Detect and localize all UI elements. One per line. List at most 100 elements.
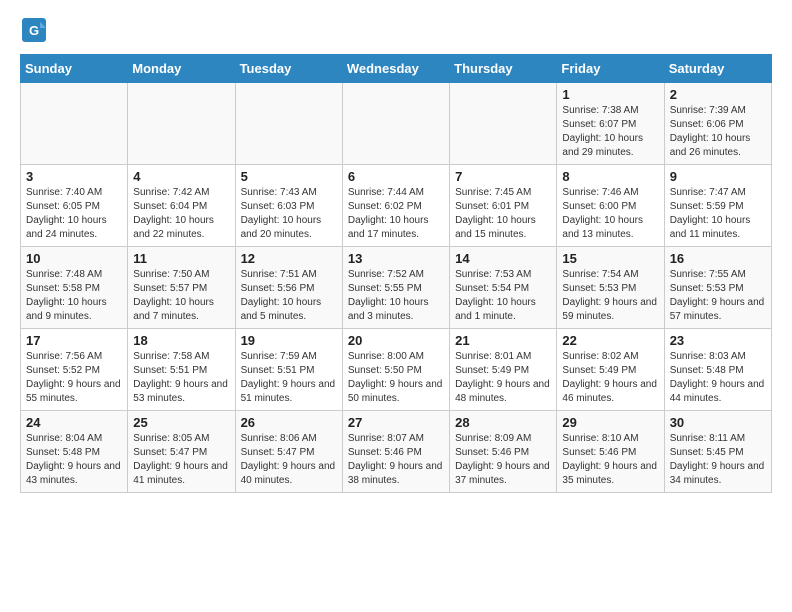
calendar-cell (342, 83, 449, 165)
calendar-cell: 30 Sunrise: 8:11 AMSunset: 5:45 PMDayligh… (664, 411, 771, 493)
calendar-cell (235, 83, 342, 165)
calendar-table: SundayMondayTuesdayWednesdayThursdayFrid… (20, 54, 772, 493)
weekday-header-friday: Friday (557, 55, 664, 83)
calendar-cell: 9 Sunrise: 7:47 AMSunset: 5:59 PMDaylight… (664, 165, 771, 247)
day-number: 30 (670, 415, 766, 430)
day-number: 25 (133, 415, 229, 430)
calendar-cell: 12 Sunrise: 7:51 AMSunset: 5:56 PMDayligh… (235, 247, 342, 329)
calendar-cell: 22Sunrise: 8:02 AMSunset: 5:49 PMDayligh… (557, 329, 664, 411)
day-info: Sunrise: 8:01 AMSunset: 5:49 PMDaylight:… (455, 350, 551, 406)
calendar-cell: 26 Sunrise: 8:06 AMSunset: 5:47 PMDayligh… (235, 411, 342, 493)
day-number: 9 (670, 169, 766, 184)
calendar-cell (128, 83, 235, 165)
calendar-cell: 1 Sunrise: 7:38 AMSunset: 6:07 PMDaylight… (557, 83, 664, 165)
day-info: Sunrise: 7:40 AMSunset: 6:05 PMDaylight:… (26, 186, 122, 242)
calendar-cell: 8Sunrise: 7:46 AMSunset: 6:00 PMDaylight… (557, 165, 664, 247)
day-number: 24 (26, 415, 122, 430)
day-info: Sunrise: 8:03 AMSunset: 5:48 PMDaylight:… (670, 350, 766, 406)
day-info: Sunrise: 8:10 AMSunset: 5:46 PMDaylight:… (562, 432, 658, 488)
calendar-cell: 2 Sunrise: 7:39 AMSunset: 6:06 PMDaylight… (664, 83, 771, 165)
day-info: Sunrise: 7:58 AMSunset: 5:51 PMDaylight:… (133, 350, 229, 406)
calendar-cell: 6 Sunrise: 7:44 AMSunset: 6:02 PMDaylight… (342, 165, 449, 247)
day-number: 16 (670, 251, 766, 266)
day-info: Sunrise: 7:39 AMSunset: 6:06 PMDaylight:… (670, 104, 766, 160)
day-number: 8 (562, 169, 658, 184)
day-number: 10 (26, 251, 122, 266)
day-number: 18 (133, 333, 229, 348)
day-info: Sunrise: 7:54 AMSunset: 5:53 PMDaylight:… (562, 268, 658, 324)
day-number: 2 (670, 87, 766, 102)
week-row-2: 10 Sunrise: 7:48 AMSunset: 5:58 PMDayligh… (21, 247, 772, 329)
calendar-cell: 4 Sunrise: 7:42 AMSunset: 6:04 PMDaylight… (128, 165, 235, 247)
day-info: Sunrise: 7:59 AMSunset: 5:51 PMDaylight:… (241, 350, 337, 406)
calendar-cell: 15 Sunrise: 7:54 AMSunset: 5:53 PMDayligh… (557, 247, 664, 329)
day-number: 15 (562, 251, 658, 266)
logo: G (20, 16, 52, 44)
day-number: 13 (348, 251, 444, 266)
weekday-header-wednesday: Wednesday (342, 55, 449, 83)
day-number: 5 (241, 169, 337, 184)
calendar-cell: 17 Sunrise: 7:56 AMSunset: 5:52 PMDayligh… (21, 329, 128, 411)
day-info: Sunrise: 8:07 AMSunset: 5:46 PMDaylight:… (348, 432, 444, 488)
weekday-header-thursday: Thursday (450, 55, 557, 83)
day-number: 12 (241, 251, 337, 266)
day-info: Sunrise: 7:48 AMSunset: 5:58 PMDaylight:… (26, 268, 122, 324)
day-info: Sunrise: 7:52 AMSunset: 5:55 PMDaylight:… (348, 268, 444, 324)
day-number: 14 (455, 251, 551, 266)
calendar-cell (450, 83, 557, 165)
day-number: 11 (133, 251, 229, 266)
day-number: 27 (348, 415, 444, 430)
calendar-cell: 3 Sunrise: 7:40 AMSunset: 6:05 PMDaylight… (21, 165, 128, 247)
calendar-cell: 23 Sunrise: 8:03 AMSunset: 5:48 PMDayligh… (664, 329, 771, 411)
day-info: Sunrise: 8:02 AMSunset: 5:49 PMDaylight:… (562, 350, 658, 406)
day-number: 19 (241, 333, 337, 348)
day-info: Sunrise: 7:56 AMSunset: 5:52 PMDaylight:… (26, 350, 122, 406)
week-row-3: 17 Sunrise: 7:56 AMSunset: 5:52 PMDayligh… (21, 329, 772, 411)
calendar-cell: 25 Sunrise: 8:05 AMSunset: 5:47 PMDayligh… (128, 411, 235, 493)
day-info: Sunrise: 7:55 AMSunset: 5:53 PMDaylight:… (670, 268, 766, 324)
day-info: Sunrise: 7:38 AMSunset: 6:07 PMDaylight:… (562, 104, 658, 160)
calendar-cell (21, 83, 128, 165)
day-info: Sunrise: 7:44 AMSunset: 6:02 PMDaylight:… (348, 186, 444, 242)
day-info: Sunrise: 8:05 AMSunset: 5:47 PMDaylight:… (133, 432, 229, 488)
calendar-cell: 27 Sunrise: 8:07 AMSunset: 5:46 PMDayligh… (342, 411, 449, 493)
day-info: Sunrise: 8:04 AMSunset: 5:48 PMDaylight:… (26, 432, 122, 488)
day-info: Sunrise: 7:50 AMSunset: 5:57 PMDaylight:… (133, 268, 229, 324)
weekday-header-monday: Monday (128, 55, 235, 83)
week-row-0: 1 Sunrise: 7:38 AMSunset: 6:07 PMDaylight… (21, 83, 772, 165)
svg-text:G: G (29, 23, 39, 38)
calendar-cell: 14 Sunrise: 7:53 AMSunset: 5:54 PMDayligh… (450, 247, 557, 329)
day-number: 6 (348, 169, 444, 184)
day-info: Sunrise: 7:51 AMSunset: 5:56 PMDaylight:… (241, 268, 337, 324)
weekday-header-row: SundayMondayTuesdayWednesdayThursdayFrid… (21, 55, 772, 83)
weekday-header-saturday: Saturday (664, 55, 771, 83)
day-info: Sunrise: 8:06 AMSunset: 5:47 PMDaylight:… (241, 432, 337, 488)
calendar-cell: 7Sunrise: 7:45 AMSunset: 6:01 PMDaylight… (450, 165, 557, 247)
calendar-cell: 21Sunrise: 8:01 AMSunset: 5:49 PMDayligh… (450, 329, 557, 411)
day-info: Sunrise: 8:09 AMSunset: 5:46 PMDaylight:… (455, 432, 551, 488)
day-info: Sunrise: 7:43 AMSunset: 6:03 PMDaylight:… (241, 186, 337, 242)
calendar-cell: 20Sunrise: 8:00 AMSunset: 5:50 PMDayligh… (342, 329, 449, 411)
calendar-cell: 11 Sunrise: 7:50 AMSunset: 5:57 PMDayligh… (128, 247, 235, 329)
day-number: 1 (562, 87, 658, 102)
weekday-header-tuesday: Tuesday (235, 55, 342, 83)
day-number: 23 (670, 333, 766, 348)
day-number: 17 (26, 333, 122, 348)
calendar-cell: 29 Sunrise: 8:10 AMSunset: 5:46 PMDayligh… (557, 411, 664, 493)
day-number: 26 (241, 415, 337, 430)
day-number: 29 (562, 415, 658, 430)
day-number: 28 (455, 415, 551, 430)
day-number: 20 (348, 333, 444, 348)
day-info: Sunrise: 7:53 AMSunset: 5:54 PMDaylight:… (455, 268, 551, 324)
calendar-cell: 19 Sunrise: 7:59 AMSunset: 5:51 PMDayligh… (235, 329, 342, 411)
week-row-1: 3 Sunrise: 7:40 AMSunset: 6:05 PMDaylight… (21, 165, 772, 247)
calendar-cell: 13 Sunrise: 7:52 AMSunset: 5:55 PMDayligh… (342, 247, 449, 329)
day-number: 3 (26, 169, 122, 184)
day-number: 4 (133, 169, 229, 184)
day-info: Sunrise: 8:11 AMSunset: 5:45 PMDaylight:… (670, 432, 766, 488)
day-info: Sunrise: 7:47 AMSunset: 5:59 PMDaylight:… (670, 186, 766, 242)
day-info: Sunrise: 7:45 AMSunset: 6:01 PMDaylight:… (455, 186, 551, 242)
calendar-cell: 16 Sunrise: 7:55 AMSunset: 5:53 PMDayligh… (664, 247, 771, 329)
calendar-cell: 28 Sunrise: 8:09 AMSunset: 5:46 PMDayligh… (450, 411, 557, 493)
day-info: Sunrise: 7:42 AMSunset: 6:04 PMDaylight:… (133, 186, 229, 242)
